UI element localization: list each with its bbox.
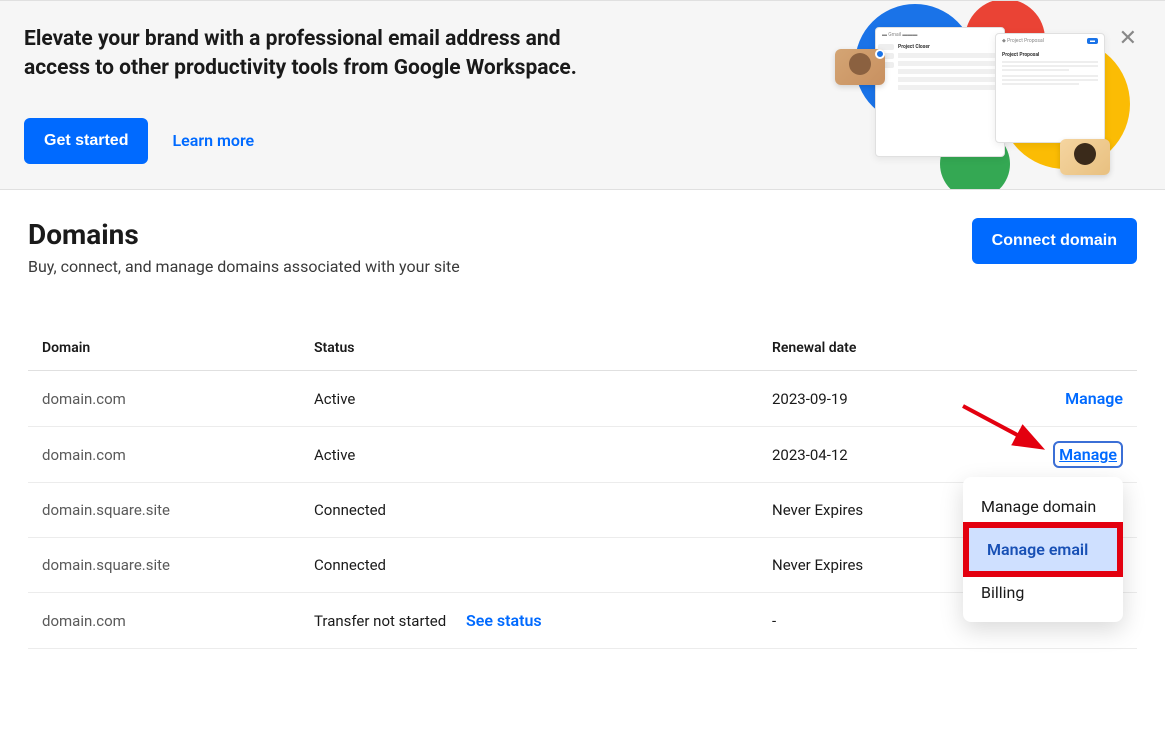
table-header-row: Domain Status Renewal date bbox=[28, 326, 1137, 371]
banner-actions: Get started Learn more bbox=[24, 118, 584, 164]
get-started-button[interactable]: Get started bbox=[24, 118, 148, 164]
manage-link[interactable]: Manage bbox=[1053, 441, 1123, 468]
table-row: domain.com Active 2023-09-19 Manage bbox=[28, 371, 1137, 427]
cell-domain: domain.com bbox=[42, 446, 314, 464]
cell-status: Transfer not started See status bbox=[314, 611, 772, 630]
cell-domain: domain.square.site bbox=[42, 501, 314, 519]
learn-more-link[interactable]: Learn more bbox=[172, 131, 254, 150]
dropdown-item-manage-email[interactable]: Manage email bbox=[963, 522, 1123, 577]
cell-domain: domain.square.site bbox=[42, 556, 314, 574]
banner-text-block: Elevate your brand with a professional e… bbox=[24, 25, 584, 164]
dropdown-item-billing[interactable]: Billing bbox=[963, 571, 1123, 614]
cell-status: Active bbox=[314, 390, 772, 408]
page-title: Domains bbox=[28, 218, 460, 251]
see-status-link[interactable]: See status bbox=[466, 611, 542, 630]
page-content: Domains Buy, connect, and manage domains… bbox=[0, 190, 1165, 689]
promo-banner: Elevate your brand with a professional e… bbox=[0, 0, 1165, 190]
cell-domain: domain.com bbox=[42, 612, 314, 630]
connect-domain-button[interactable]: Connect domain bbox=[972, 218, 1137, 264]
status-text: Transfer not started bbox=[314, 612, 446, 630]
cell-status: Connected bbox=[314, 501, 772, 519]
page-subtitle: Buy, connect, and manage domains associa… bbox=[28, 257, 460, 276]
domains-table: Domain Status Renewal date domain.com Ac… bbox=[28, 326, 1137, 649]
page-title-block: Domains Buy, connect, and manage domains… bbox=[28, 218, 460, 276]
cell-status: Active bbox=[314, 446, 772, 464]
banner-illustration: ▬ Gmail ▬▬▬ Project Closer bbox=[825, 0, 1145, 189]
manage-link[interactable]: Manage bbox=[1065, 389, 1123, 408]
cell-domain: domain.com bbox=[42, 390, 314, 408]
cell-status: Connected bbox=[314, 556, 772, 574]
th-status: Status bbox=[314, 340, 772, 356]
page-header: Domains Buy, connect, and manage domains… bbox=[28, 218, 1137, 276]
th-domain: Domain bbox=[42, 340, 314, 356]
cell-renewal: 2023-04-12 bbox=[772, 446, 1012, 464]
table-row: domain.com Active 2023-04-12 Manage Mana… bbox=[28, 427, 1137, 483]
th-renewal: Renewal date bbox=[772, 340, 1012, 356]
cell-renewal: 2023-09-19 bbox=[772, 390, 1012, 408]
manage-dropdown: Manage domain Manage email Billing bbox=[963, 477, 1123, 622]
banner-title: Elevate your brand with a professional e… bbox=[24, 25, 584, 84]
